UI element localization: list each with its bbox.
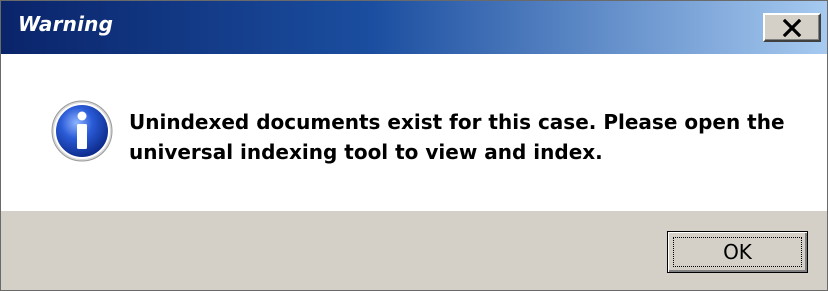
ok-button[interactable]: OK xyxy=(667,231,808,273)
dialog-content: Unindexed documents exist for this case.… xyxy=(1,54,827,211)
dialog-footer: OK xyxy=(1,211,827,290)
window-title: Warning xyxy=(18,12,114,36)
title-bar[interactable]: Warning xyxy=(1,1,827,54)
message-text: Unindexed documents exist for this case.… xyxy=(129,110,785,164)
info-icon xyxy=(51,100,113,162)
ok-button-label: OK xyxy=(723,240,752,264)
warning-dialog: Warning Unindexed documents exist for th… xyxy=(0,0,828,291)
close-button[interactable] xyxy=(763,13,821,42)
close-icon xyxy=(782,18,802,37)
